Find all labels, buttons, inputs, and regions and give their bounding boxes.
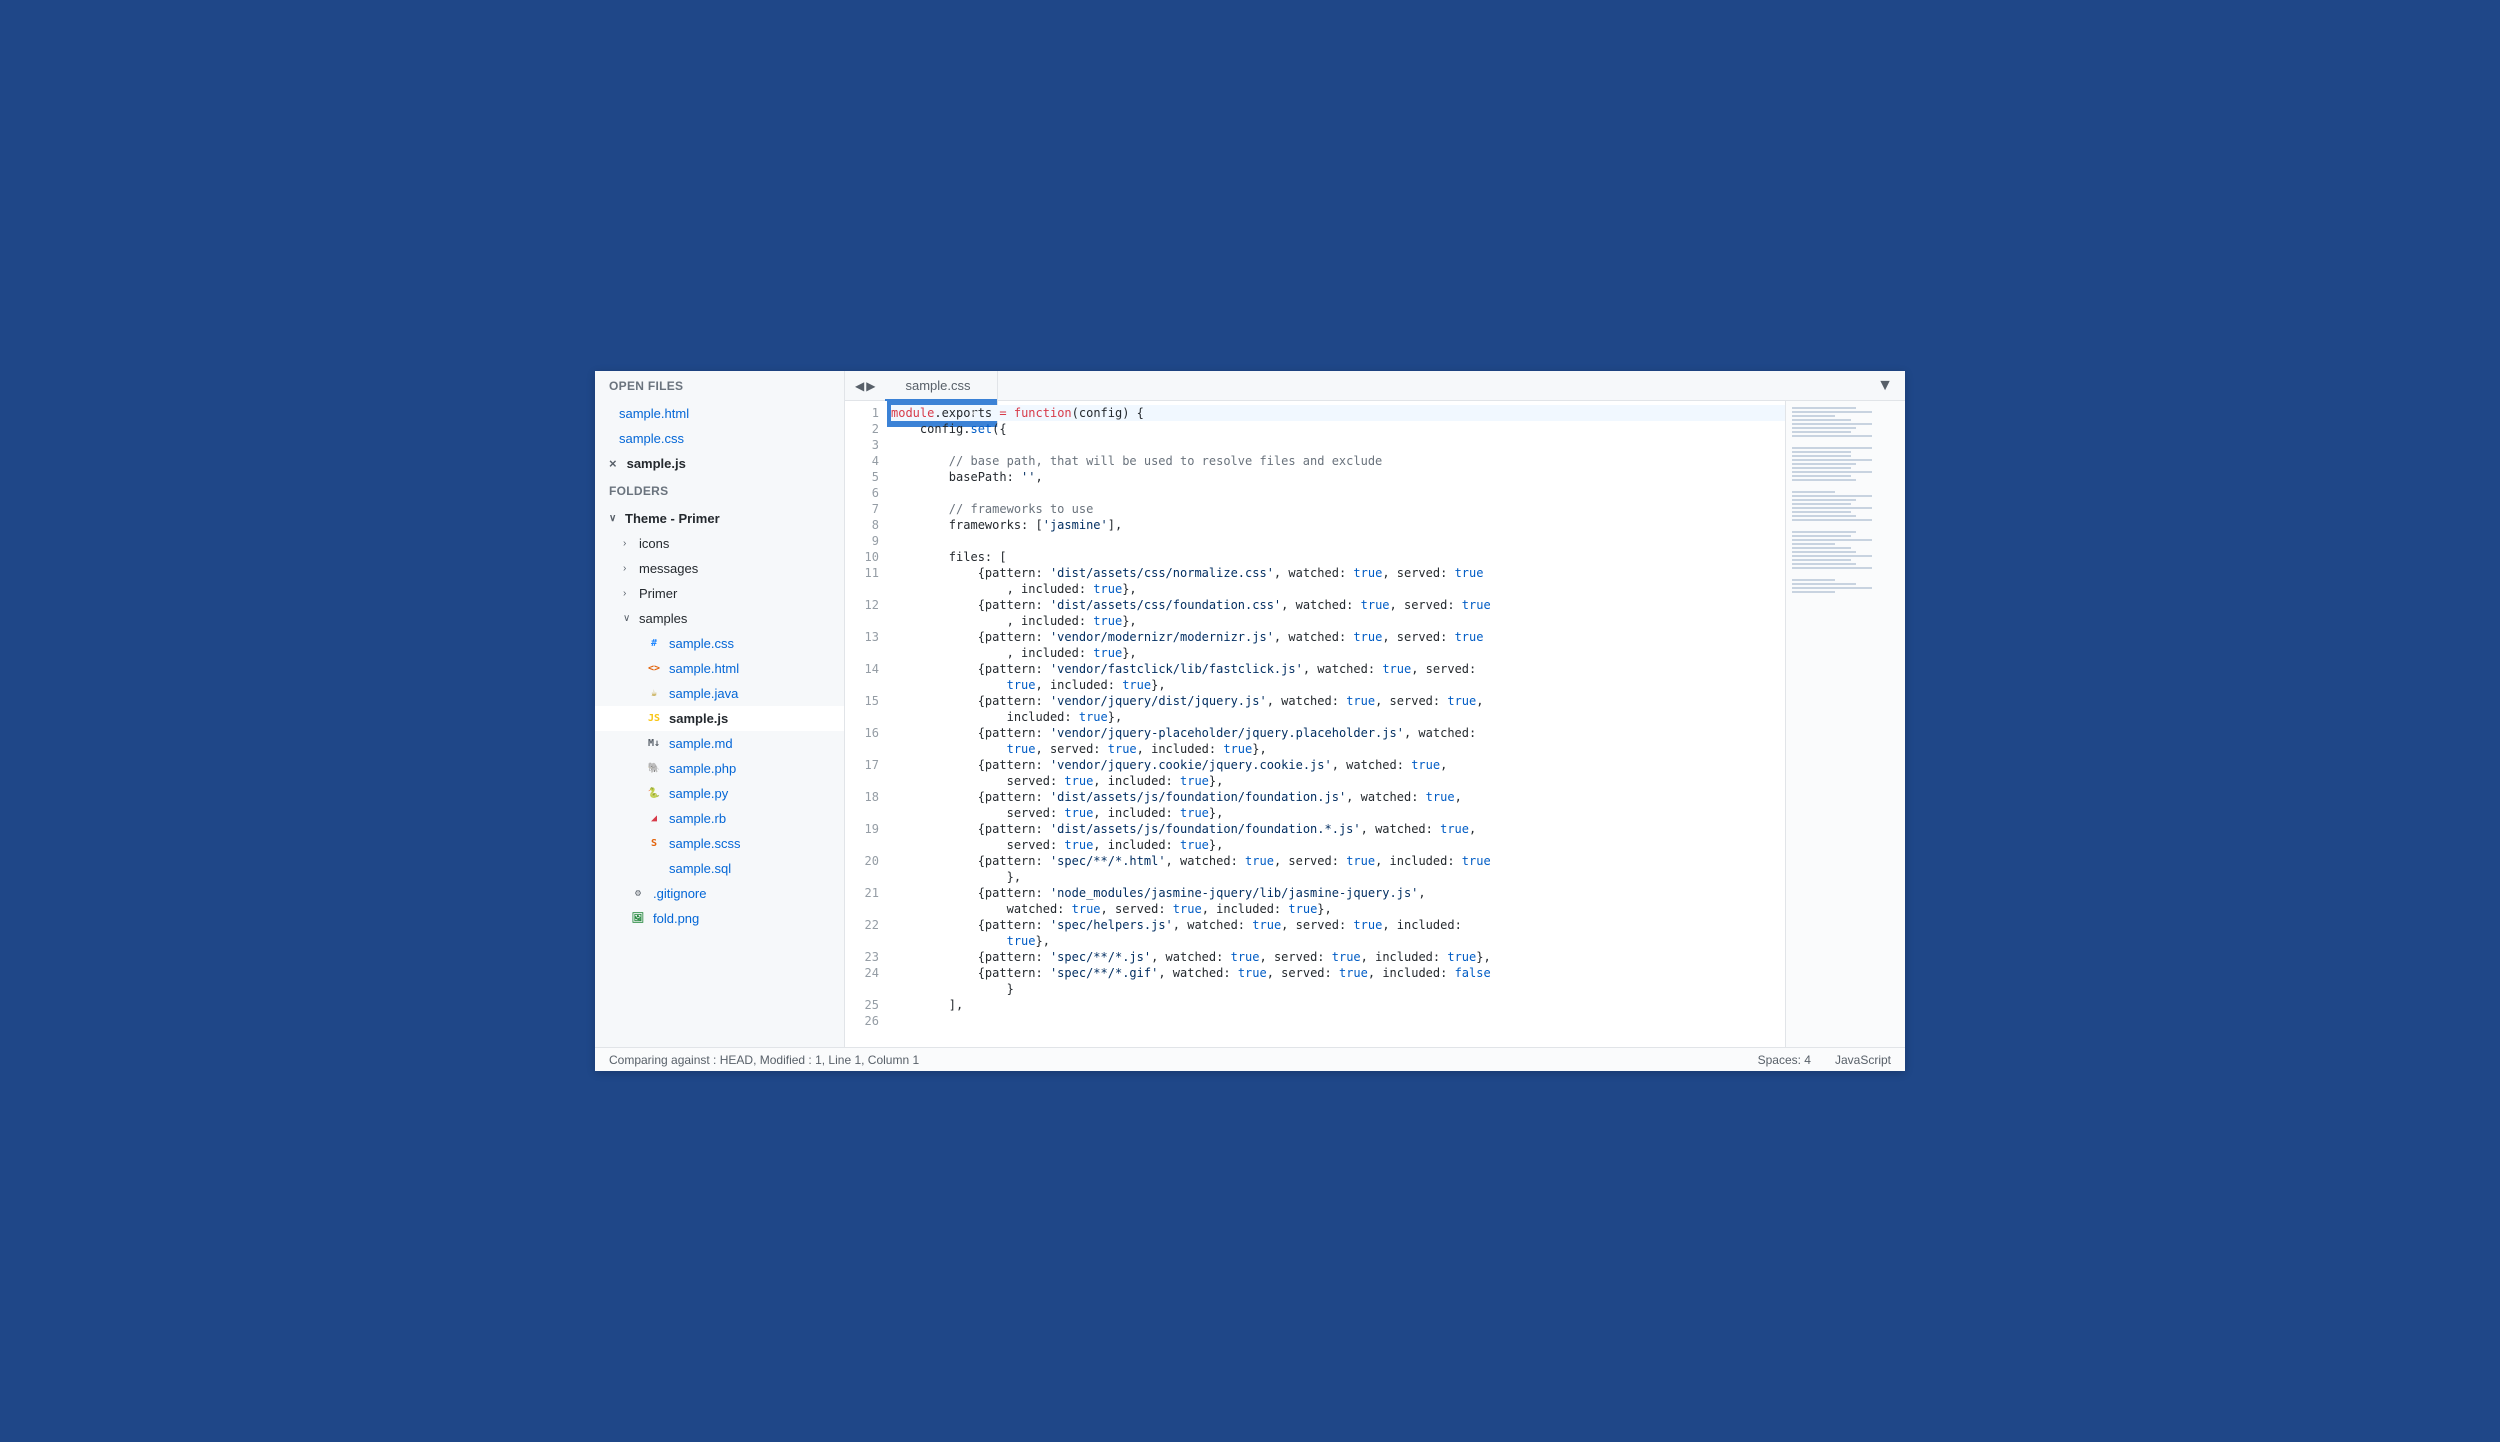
folder-item[interactable]: ›messages [595,556,844,581]
file-item[interactable]: ⚙.gitignore [595,881,844,906]
open-files-header: OPEN FILES [595,371,844,401]
chevron-down-icon: ∨ [609,513,619,524]
folders-header: FOLDERS [595,476,844,506]
status-spaces[interactable]: Spaces: 4 [1758,1053,1811,1067]
nav-fwd-icon[interactable]: ▶ [866,379,875,393]
file-type-icon: ◢ [647,812,661,826]
folder-item[interactable]: ›Primer [595,581,844,606]
status-left[interactable]: Comparing against : HEAD, Modified : 1, … [609,1053,919,1067]
nav-back-icon[interactable]: ◀ [855,379,864,393]
file-item[interactable]: 🖼fold.png [595,906,844,931]
main-area: OPEN FILES sample.htmlsample.csssample.j… [595,371,1905,1047]
file-type-icon: 🐍 [647,787,661,801]
file-tab[interactable]: sample.css [885,372,997,399]
file-item[interactable]: Ssample.scss [595,831,844,856]
status-bar: Comparing against : HEAD, Modified : 1, … [595,1047,1905,1071]
file-item[interactable]: ☕sample.java [595,681,844,706]
file-type-icon [647,862,661,876]
file-type-icon: JS [647,712,661,726]
editor-window: OPEN FILES sample.htmlsample.csssample.j… [595,371,1905,1071]
file-type-icon: 🖼 [631,912,645,926]
file-item[interactable]: 🐘sample.php [595,756,844,781]
file-item[interactable]: ◢sample.rb [595,806,844,831]
file-item[interactable]: 🐍sample.py [595,781,844,806]
file-item[interactable]: JSsample.js [595,706,844,731]
file-type-icon: ☕ [647,687,661,701]
project-root[interactable]: ∨ Theme - Primer [595,506,844,531]
file-type-icon: <> [647,662,661,676]
folder-item[interactable]: ›icons [595,531,844,556]
sidebar: OPEN FILES sample.htmlsample.csssample.j… [595,371,845,1047]
chevron-down-icon: ∨ [623,613,633,624]
open-file-item[interactable]: sample.css [595,426,844,451]
line-gutter: 1234567891011121314151617181920212223242… [845,401,887,1047]
open-file-item[interactable]: sample.js [595,451,844,476]
file-type-icon: S [647,837,661,851]
chevron-right-icon: › [623,563,633,574]
close-icon[interactable]: × [968,405,976,421]
file-item[interactable]: <>sample.html [595,656,844,681]
file-type-icon: ⚙ [631,887,645,901]
file-item[interactable]: #sample.css [595,631,844,656]
tab-nav: ◀ ▶ [845,379,885,393]
folder-samples[interactable]: ∨ samples [595,606,844,631]
file-type-icon: 🐘 [647,762,661,776]
file-type-icon: M↓ [647,737,661,751]
file-type-icon: # [647,637,661,651]
content-area: ◀ ▶ sample.htmlsample.csssample.js× ▼ 12… [845,371,1905,1047]
chevron-right-icon: › [623,538,633,549]
chevron-right-icon: › [623,588,633,599]
code-area: 1234567891011121314151617181920212223242… [845,401,1905,1047]
open-file-item[interactable]: sample.html [595,401,844,426]
tab-bar: ◀ ▶ sample.htmlsample.csssample.js× ▼ [845,371,1905,401]
tab-menu-icon[interactable]: ▼ [1865,377,1905,395]
minimap[interactable] [1785,401,1905,1047]
file-item[interactable]: M↓sample.md [595,731,844,756]
file-item[interactable]: sample.sql [595,856,844,881]
status-lang[interactable]: JavaScript [1835,1053,1891,1067]
code-editor[interactable]: module.exports = function(config) { conf… [887,401,1785,1047]
